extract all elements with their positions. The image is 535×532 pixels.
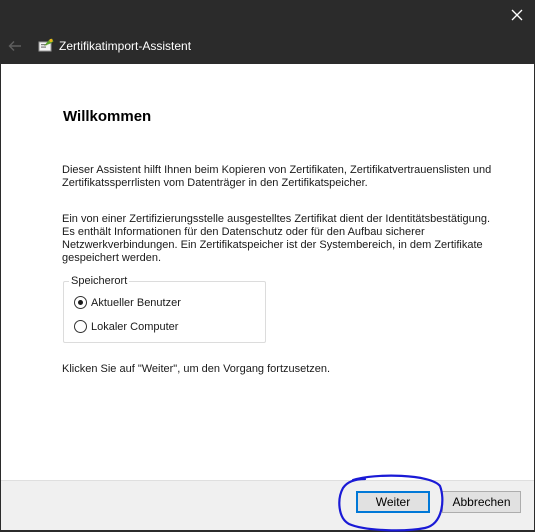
radio-current-user-label: Aktueller Benutzer [91, 296, 181, 309]
wizard-content: Willkommen Dieser Assistent hilft Ihnen … [1, 64, 534, 480]
arrow-left-icon [8, 41, 21, 51]
radio-local-computer-indicator[interactable] [74, 320, 87, 333]
page-heading: Willkommen [63, 108, 152, 125]
store-location-group: Speicherort Aktueller Benutzer Lokaler C… [63, 275, 266, 343]
wizard-title: Zertifikatimport-Assistent [59, 39, 192, 53]
certificate-icon [38, 38, 54, 52]
close-button[interactable] [499, 0, 535, 30]
back-button[interactable] [6, 37, 24, 55]
continue-instruction-text: Klicken Sie auf "Weiter", um den Vorgang… [62, 363, 331, 375]
wizard-footer: Weiter Abbrechen [1, 480, 534, 530]
next-button[interactable]: Weiter [356, 491, 430, 513]
radio-local-computer-label: Lokaler Computer [91, 320, 179, 333]
radio-current-user[interactable]: Aktueller Benutzer [74, 296, 181, 309]
cancel-button[interactable]: Abbrechen [442, 491, 521, 513]
certificate-description-text: Ein von einer Zertifizierungsstelle ausg… [62, 213, 491, 264]
radio-local-computer[interactable]: Lokaler Computer [74, 320, 178, 333]
wizard-window: Zertifikatimport-Assistent Willkommen Di… [0, 0, 535, 532]
intro-text: Dieser Assistent hilft Ihnen beim Kopier… [62, 164, 492, 189]
close-icon [511, 9, 523, 21]
wizard-header: Zertifikatimport-Assistent [0, 30, 535, 64]
title-bar [0, 0, 535, 30]
radio-current-user-indicator[interactable] [74, 296, 87, 309]
store-location-legend: Speicherort [69, 275, 130, 287]
